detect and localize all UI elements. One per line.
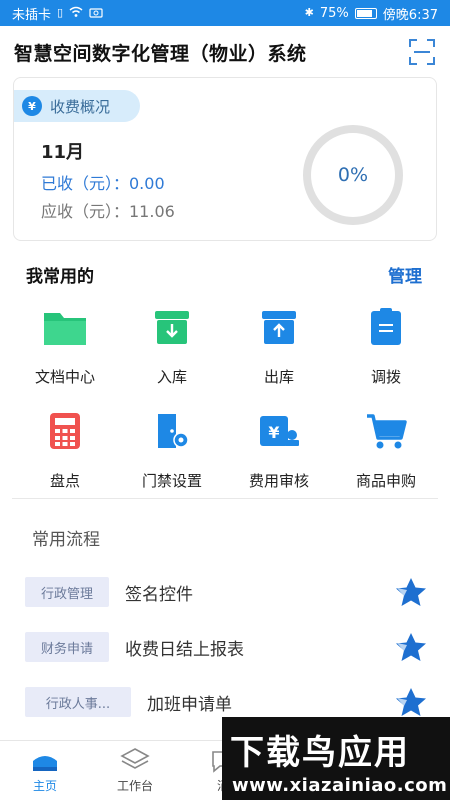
- favorite-item-transfer[interactable]: 调拨: [333, 302, 439, 387]
- status-bar: 未插卡 ▯ ✱ 75% 傍晚6:37: [0, 0, 450, 26]
- collection-rate-percent: 0%: [337, 164, 369, 186]
- favorite-label: 文档中心: [34, 368, 95, 386]
- flow-tag: 行政管理: [25, 577, 109, 607]
- favorite-label: 门禁设置: [141, 472, 202, 490]
- manage-button[interactable]: 管理: [388, 262, 422, 287]
- favorite-label: 商品申购: [355, 472, 416, 490]
- pin-star-icon[interactable]: [395, 686, 427, 718]
- bluetooth-icon: ✱: [304, 6, 314, 19]
- inbox-in-icon: [147, 302, 197, 352]
- camera-icon: [89, 6, 103, 21]
- clipboard-icon: [361, 302, 411, 352]
- favorite-label: 入库: [156, 368, 187, 386]
- sim-icon: ▯: [57, 6, 64, 19]
- favorite-label: 调拨: [370, 368, 401, 386]
- flow-row[interactable]: 行政人事... 加班申请单: [25, 682, 445, 722]
- home-icon: [31, 749, 59, 773]
- fee-overview-badge: ¥ 收费概况: [14, 90, 140, 122]
- flow-tag: 行政人事...: [25, 687, 131, 717]
- flow-tag: 财务申请: [25, 632, 109, 662]
- favorite-label: 盘点: [49, 472, 80, 490]
- sim-status-text: 未插卡: [12, 7, 52, 23]
- svg-text:¥: ¥: [268, 423, 279, 442]
- cart-icon: [361, 406, 411, 456]
- favorite-item-access-control[interactable]: 门禁设置: [119, 406, 225, 491]
- favorite-item-fee-audit[interactable]: ¥ 费用审核: [226, 406, 332, 491]
- watermark-title: 下载鸟应用: [230, 733, 410, 773]
- calculator-icon: [40, 406, 90, 456]
- fee-overview-card[interactable]: ¥ 收费概况 11月 已收（元）：0.00 应收（元）：11.06 0%: [13, 77, 437, 241]
- fee-audit-icon: ¥: [254, 406, 304, 456]
- pin-star-icon[interactable]: [395, 576, 427, 608]
- watermark-logo: 下载鸟应用 www.xiazainiao.com: [222, 717, 450, 800]
- flow-row[interactable]: 行政管理 签名控件: [25, 572, 445, 612]
- pin-star-icon[interactable]: [395, 631, 427, 663]
- tab-home[interactable]: 主页: [5, 741, 85, 801]
- layers-icon: [120, 747, 150, 773]
- scan-icon[interactable]: [408, 38, 436, 66]
- battery-percent: 75%: [319, 5, 349, 21]
- favorite-item-inventory-count[interactable]: 盘点: [12, 406, 118, 491]
- received-amount: 已收（元）：0.00: [41, 174, 165, 193]
- folder-icon: [40, 302, 90, 352]
- flow-name: 收费日结上报表: [125, 639, 244, 660]
- month-label: 11月: [41, 142, 85, 163]
- tab-label: 主页: [32, 779, 57, 793]
- favorite-item-purchase-request[interactable]: 商品申购: [333, 406, 439, 491]
- watermark-url: www.xiazainiao.com: [232, 775, 448, 796]
- favorites-title: 我常用的: [26, 267, 94, 287]
- wifi-icon: [69, 6, 83, 21]
- page-title: 智慧空间数字化管理（物业）系统: [14, 42, 307, 65]
- tab-workbench[interactable]: 工作台: [95, 741, 175, 801]
- favorite-label: 费用审核: [248, 472, 309, 490]
- collection-rate-ring: 0%: [297, 125, 409, 225]
- flow-row[interactable]: 财务申请 收费日结上报表: [25, 627, 445, 667]
- battery-icon: [354, 7, 377, 19]
- fee-overview-label: 收费概况: [50, 97, 111, 116]
- tab-label: 工作台: [116, 779, 153, 793]
- money-bag-icon: ¥: [22, 96, 42, 116]
- common-flows-title: 常用流程: [32, 530, 100, 550]
- flow-name: 签名控件: [125, 584, 193, 605]
- door-gear-icon: [147, 406, 197, 456]
- favorite-item-stock-out[interactable]: 出库: [226, 302, 332, 387]
- flow-name: 加班申请单: [147, 694, 232, 715]
- section-divider: [12, 498, 438, 499]
- favorite-item-stock-in[interactable]: 入库: [119, 302, 225, 387]
- clock: 傍晚6:37: [382, 7, 438, 23]
- favorite-label: 出库: [263, 368, 294, 386]
- favorite-item-docs[interactable]: 文档中心: [12, 302, 118, 387]
- receivable-amount: 应收（元）：11.06: [41, 202, 175, 221]
- inbox-out-icon: [254, 302, 304, 352]
- app-header: 智慧空间数字化管理（物业）系统: [0, 26, 450, 78]
